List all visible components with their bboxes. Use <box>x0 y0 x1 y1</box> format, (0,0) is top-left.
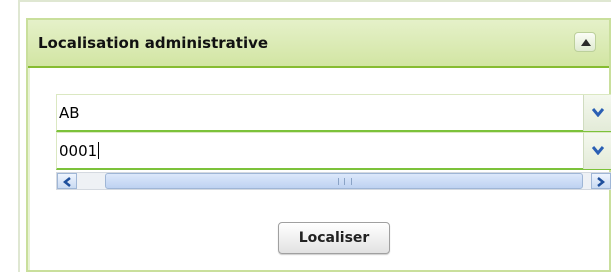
panel-header: Localisation administrative <box>28 20 609 68</box>
panel-body: AB 0001 Localiser <box>28 68 611 270</box>
collapse-button[interactable] <box>574 32 596 52</box>
grip-icon <box>338 178 352 185</box>
code-value-text: 0001 <box>59 142 98 160</box>
code-dropdown-button[interactable] <box>583 133 611 169</box>
localiser-button[interactable]: Localiser <box>278 222 390 254</box>
arrow-left-icon <box>63 177 71 187</box>
scrollbar-thumb[interactable] <box>105 173 583 189</box>
code-combobox[interactable]: 0001 <box>56 132 611 170</box>
text-caret <box>98 142 100 159</box>
code-combobox-value[interactable]: 0001 <box>59 142 100 160</box>
level-combobox-value[interactable]: AB <box>59 104 80 122</box>
collapse-up-icon <box>581 39 591 46</box>
scroll-left-button[interactable] <box>57 173 77 189</box>
chevron-down-icon <box>592 146 604 155</box>
arrow-right-icon <box>597 177 605 187</box>
level-dropdown-button[interactable] <box>583 95 611 131</box>
horizontal-scrollbar[interactable] <box>56 172 611 190</box>
localisation-panel: Localisation administrative AB 0001 Loca… <box>26 18 611 272</box>
scroll-right-button[interactable] <box>591 173 611 189</box>
panel-title: Localisation administrative <box>38 34 269 52</box>
chevron-down-icon <box>592 108 604 117</box>
level-combobox[interactable]: AB <box>56 94 611 132</box>
